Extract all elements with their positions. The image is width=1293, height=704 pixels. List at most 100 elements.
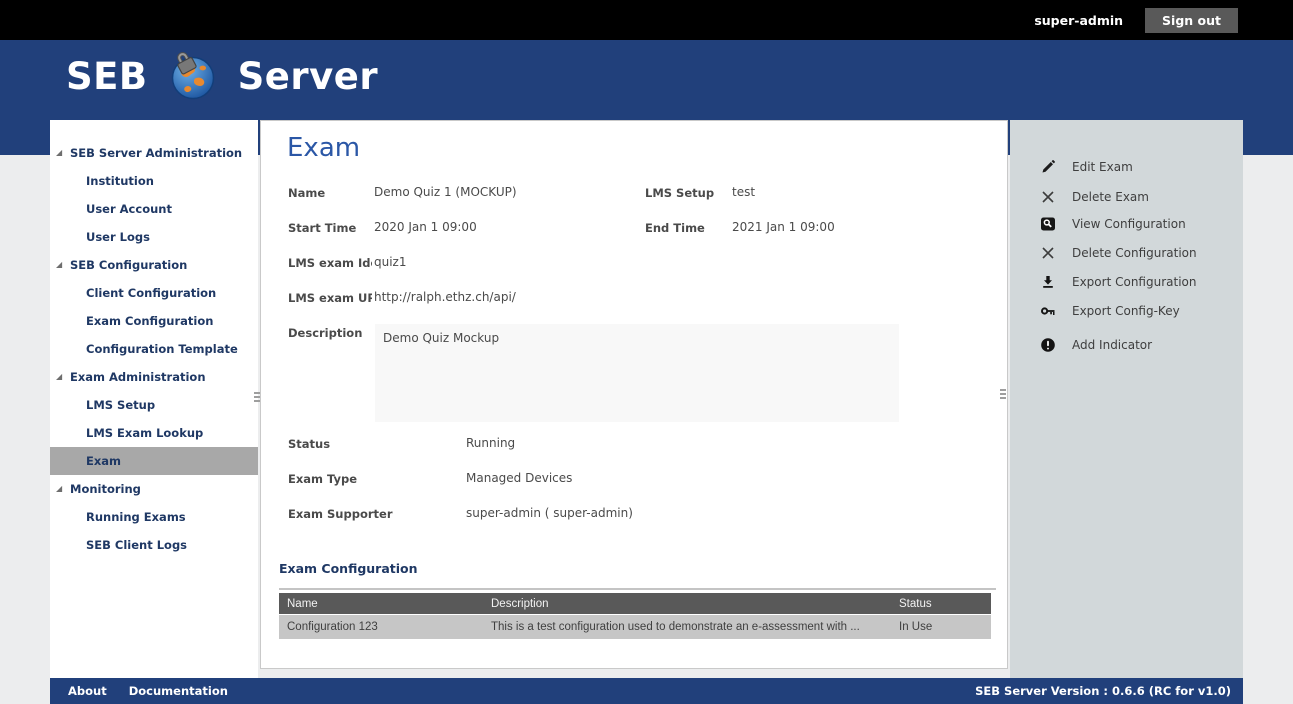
- sidebar-item-lms-exam-lookup[interactable]: LMS Exam Lookup: [50, 419, 258, 447]
- sidebar-item-seb-server-administration[interactable]: ◢ SEB Server Administration: [50, 139, 258, 167]
- table-cell-description: This is a test configuration used to dem…: [488, 621, 899, 633]
- sidebar-item-label: LMS Exam Lookup: [86, 426, 203, 440]
- action-label: View Configuration: [1072, 217, 1186, 231]
- field-label-description: Description: [288, 326, 372, 340]
- table-cell-status: In Use: [899, 621, 991, 633]
- key-icon: [1040, 303, 1056, 319]
- sidebar-item-seb-client-logs[interactable]: SEB Client Logs: [50, 531, 258, 559]
- field-label-name: Name: [288, 186, 372, 200]
- field-value-start-time: 2020 Jan 1 09:00: [374, 220, 477, 234]
- logo-text-server: Server: [238, 58, 378, 95]
- sidebar-item-label: SEB Server Administration: [70, 146, 242, 160]
- x-icon: [1040, 245, 1056, 261]
- field-label-lms-exam-identifier: LMS exam Ide: [288, 256, 372, 270]
- tree-expanded-icon: ◢: [56, 251, 62, 279]
- sidebar-item-running-exams[interactable]: Running Exams: [50, 503, 258, 531]
- sidebar-item-label: LMS Setup: [86, 398, 155, 412]
- tree-expanded-icon: ◢: [56, 363, 62, 391]
- export-configuration-action[interactable]: Export Configuration: [1040, 273, 1196, 291]
- download-icon: [1040, 274, 1056, 290]
- field-label-exam-type: Exam Type: [288, 472, 357, 486]
- footer-link-documentation[interactable]: Documentation: [129, 684, 228, 698]
- table-header-name[interactable]: Name: [279, 598, 488, 610]
- seb-globe-lock-icon: [168, 51, 218, 101]
- action-label: Delete Exam: [1072, 190, 1149, 204]
- table-header-description[interactable]: Description: [488, 598, 899, 610]
- table-row[interactable]: Configuration 123 This is a test configu…: [279, 615, 991, 639]
- sidebar-item-user-logs[interactable]: User Logs: [50, 223, 258, 251]
- exam-configuration-table: Name Description Status Configuration 12…: [279, 593, 991, 639]
- table-cell-name: Configuration 123: [279, 621, 488, 633]
- server-version-text: SEB Server Version : 0.6.6 (RC for v1.0): [975, 684, 1231, 698]
- logo-text-seb: SEB: [66, 58, 148, 95]
- field-value-lms-setup: test: [732, 185, 755, 199]
- sidebar-item-monitoring[interactable]: ◢ Monitoring: [50, 475, 258, 503]
- sidebar-item-label: Monitoring: [70, 482, 141, 496]
- sidebar-item-label: Client Configuration: [86, 286, 216, 300]
- table-header-row: Name Description Status: [279, 593, 991, 614]
- x-icon: [1040, 189, 1056, 205]
- tree-expanded-icon: ◢: [56, 475, 62, 503]
- footer-bar: About Documentation SEB Server Version :…: [50, 678, 1243, 704]
- tree-expanded-icon: ◢: [56, 139, 62, 167]
- field-label-start-time: Start Time: [288, 221, 372, 235]
- sidebar-item-institution[interactable]: Institution: [50, 167, 258, 195]
- sidebar-item-configuration-template[interactable]: Configuration Template: [50, 335, 258, 363]
- export-config-key-action[interactable]: Export Config-Key: [1040, 302, 1180, 320]
- add-indicator-action[interactable]: Add Indicator: [1040, 336, 1152, 354]
- sidebar-item-client-configuration[interactable]: Client Configuration: [50, 279, 258, 307]
- sidebar-item-label: Institution: [86, 174, 154, 188]
- exam-detail-panel: Exam Name Demo Quiz 1 (MOCKUP) LMS Setup…: [260, 120, 1008, 669]
- field-value-lms-exam-url: http://ralph.ethz.ch/api/: [374, 290, 516, 304]
- action-label: Add Indicator: [1072, 338, 1152, 352]
- field-value-status: Running: [466, 436, 515, 450]
- sidebar-item-label: Running Exams: [86, 510, 186, 524]
- field-label-lms-setup: LMS Setup: [645, 186, 714, 200]
- footer-link-about[interactable]: About: [68, 684, 107, 698]
- table-header-status[interactable]: Status: [899, 598, 991, 610]
- edit-exam-action[interactable]: Edit Exam: [1040, 158, 1133, 176]
- app-logo: SEB Server: [66, 51, 378, 101]
- field-value-name: Demo Quiz 1 (MOCKUP): [374, 185, 517, 199]
- sidebar-item-label: Configuration Template: [86, 342, 238, 356]
- field-value-end-time: 2021 Jan 1 09:00: [732, 220, 835, 234]
- field-label-end-time: End Time: [645, 221, 705, 235]
- view-configuration-action[interactable]: View Configuration: [1040, 215, 1186, 233]
- view-config-icon: [1040, 216, 1056, 232]
- alert-icon: [1040, 337, 1056, 353]
- field-value-lms-exam-identifier: quiz1: [374, 255, 407, 269]
- sidebar-item-label: SEB Client Logs: [86, 538, 187, 552]
- field-value-exam-supporter: super-admin ( super-admin): [466, 506, 633, 520]
- main-scrollbar-thumb[interactable]: [1000, 389, 1006, 399]
- sidebar-item-label: SEB Configuration: [70, 258, 187, 272]
- field-label-exam-supporter: Exam Supporter: [288, 507, 393, 521]
- action-panel: Edit Exam Delete Exam View Configuration…: [1010, 120, 1243, 678]
- sidebar-item-label: User Logs: [86, 230, 150, 244]
- action-label: Export Config-Key: [1072, 304, 1180, 318]
- field-label-lms-exam-url: LMS exam UR: [288, 291, 372, 305]
- sign-out-button[interactable]: Sign out: [1145, 8, 1238, 33]
- field-label-status: Status: [288, 437, 330, 451]
- sidebar-item-exam-configuration[interactable]: Exam Configuration: [50, 307, 258, 335]
- sidebar-item-lms-setup[interactable]: LMS Setup: [50, 391, 258, 419]
- delete-configuration-action[interactable]: Delete Configuration: [1040, 244, 1197, 262]
- section-divider: [279, 588, 996, 590]
- sidebar-item-label: Exam Configuration: [86, 314, 213, 328]
- sidebar-item-exam-administration[interactable]: ◢ Exam Administration: [50, 363, 258, 391]
- sidebar-nav: ◢ SEB Server Administration Institution …: [50, 120, 258, 678]
- sidebar-item-label: Exam Administration: [70, 370, 206, 384]
- description-textarea[interactable]: Demo Quiz Mockup: [375, 324, 899, 422]
- exam-configuration-section-title: Exam Configuration: [279, 561, 418, 576]
- field-value-exam-type: Managed Devices: [466, 471, 572, 485]
- sidebar-item-exam-selected[interactable]: Exam: [50, 447, 258, 475]
- sidebar-item-label: User Account: [86, 202, 172, 216]
- logged-in-username: super-admin: [1034, 13, 1123, 28]
- sidebar-item-seb-configuration[interactable]: ◢ SEB Configuration: [50, 251, 258, 279]
- pencil-icon: [1040, 159, 1056, 175]
- sidebar-item-label: Exam: [86, 454, 121, 468]
- action-label: Export Configuration: [1072, 275, 1196, 289]
- sidebar-item-user-account[interactable]: User Account: [50, 195, 258, 223]
- action-label: Edit Exam: [1072, 160, 1133, 174]
- top-bar: super-admin Sign out: [0, 0, 1293, 40]
- delete-exam-action[interactable]: Delete Exam: [1040, 188, 1149, 206]
